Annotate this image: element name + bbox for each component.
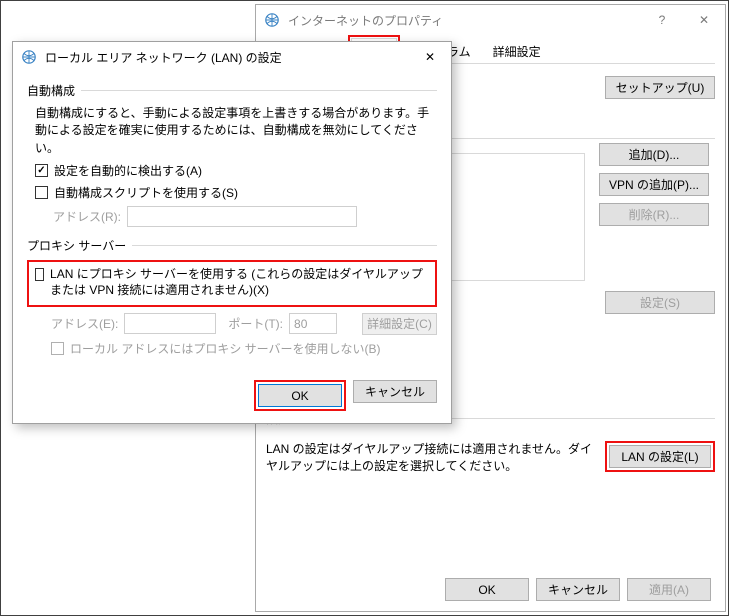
proxy-advanced-button[interactable]: 詳細設定(C)	[362, 313, 437, 335]
auto-config-desc: 自動構成にすると、手動による設定事項を上書きする場合があります。手動による設定を…	[35, 105, 437, 157]
globe-icon	[21, 49, 37, 65]
help-button[interactable]: ?	[641, 5, 683, 35]
close-button[interactable]: ✕	[683, 5, 725, 35]
child-footer: OK キャンセル	[254, 380, 437, 411]
globe-icon	[264, 12, 280, 28]
proxy-port-input[interactable]: 80	[289, 313, 337, 334]
use-proxy-label: LAN にプロキシ サーバーを使用する (これらの設定はダイヤルアップまたは V…	[50, 266, 429, 298]
script-address-label: アドレス(R):	[53, 208, 121, 225]
ok-highlight: OK	[254, 380, 346, 411]
bypass-local-checkbox[interactable]	[51, 342, 64, 355]
proxy-address-label: アドレス(E):	[51, 315, 118, 332]
parent-footer: OK キャンセル 適用(A)	[445, 578, 711, 601]
parent-cancel-button[interactable]: キャンセル	[536, 578, 620, 601]
lan-settings-window: ローカル エリア ネットワーク (LAN) の設定 ✕ 自動構成 自動構成にする…	[12, 41, 452, 424]
script-address-input[interactable]	[127, 206, 357, 227]
auto-config-label: 自動構成	[27, 82, 75, 99]
bypass-local-label: ローカル アドレスにはプロキシ サーバーを使用しない(B)	[70, 340, 381, 357]
use-proxy-highlight: LAN にプロキシ サーバーを使用する (これらの設定はダイヤルアップまたは V…	[27, 260, 437, 306]
parent-apply-button[interactable]: 適用(A)	[627, 578, 711, 601]
proxy-group: プロキシ サーバー	[27, 237, 437, 254]
parent-titlebar: インターネットのプロパティ ? ✕	[256, 5, 725, 35]
connection-settings-button[interactable]: 設定(S)	[605, 291, 715, 314]
add-button[interactable]: 追加(D)...	[599, 143, 709, 166]
remove-button[interactable]: 削除(R)...	[599, 203, 709, 226]
use-script-checkbox[interactable]	[35, 186, 48, 199]
child-title: ローカル エリア ネットワーク (LAN) の設定	[45, 49, 282, 66]
use-script-label: 自動構成スクリプトを使用する(S)	[54, 184, 238, 201]
proxy-group-label: プロキシ サーバー	[27, 237, 126, 254]
parent-title: インターネットのプロパティ	[288, 12, 443, 29]
child-ok-button[interactable]: OK	[258, 384, 342, 407]
auto-detect-checkbox[interactable]	[35, 164, 48, 177]
lan-desc: LAN の設定はダイヤルアップ接続には適用されません。ダイヤルアップには上の設定…	[266, 441, 593, 476]
proxy-address-input[interactable]	[124, 313, 216, 334]
use-proxy-checkbox[interactable]	[35, 268, 44, 281]
setup-button[interactable]: セットアップ(U)	[605, 76, 715, 99]
vpn-add-button[interactable]: VPN の追加(P)...	[599, 173, 709, 196]
tab-advanced[interactable]: 詳細設定	[482, 39, 552, 64]
auto-config-group: 自動構成	[27, 82, 437, 99]
parent-ok-button[interactable]: OK	[445, 578, 529, 601]
child-titlebar: ローカル エリア ネットワーク (LAN) の設定 ✕	[13, 42, 451, 72]
child-close-button[interactable]: ✕	[409, 42, 451, 72]
proxy-port-label: ポート(T):	[228, 315, 283, 332]
child-cancel-button[interactable]: キャンセル	[353, 380, 437, 403]
lan-settings-button[interactable]: LAN の設定(L)	[609, 445, 711, 468]
auto-detect-label: 設定を自動的に検出する(A)	[54, 162, 202, 179]
lan-settings-highlight: LAN の設定(L)	[605, 441, 715, 472]
